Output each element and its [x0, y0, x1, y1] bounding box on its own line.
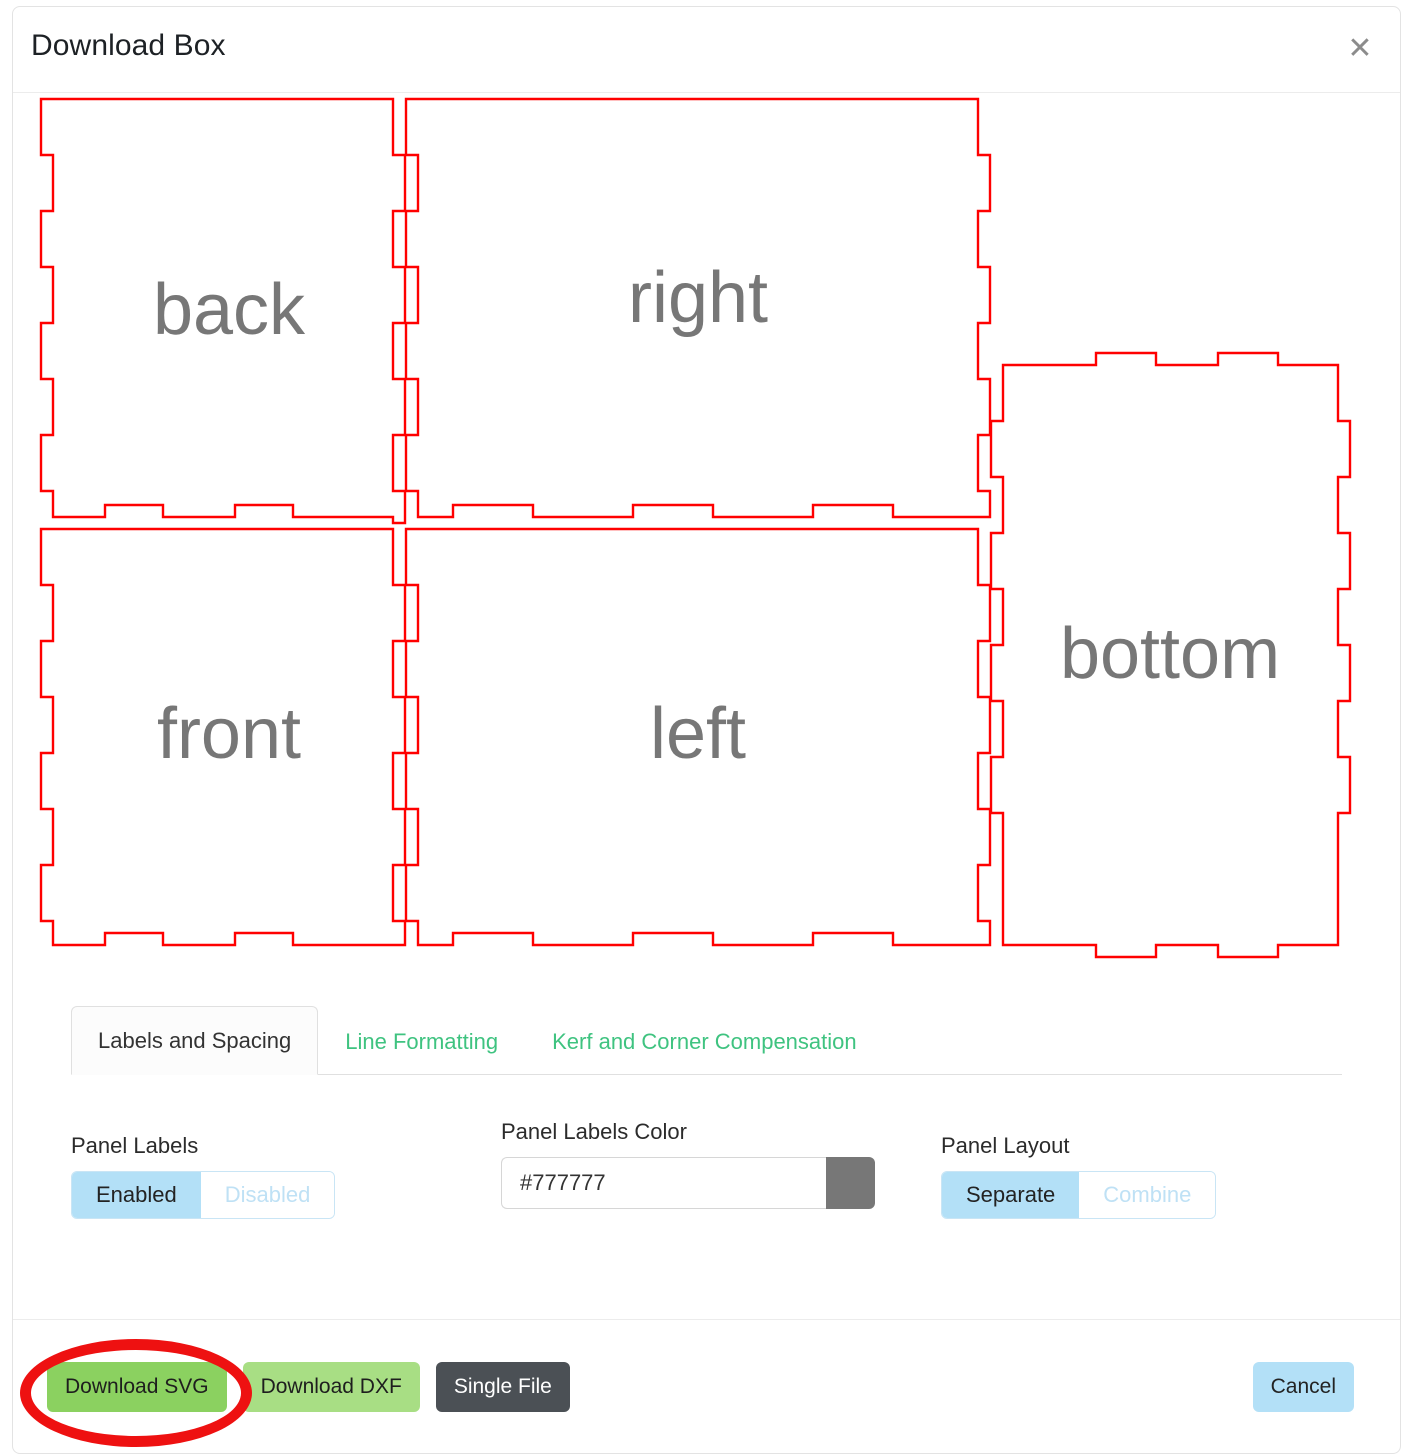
tab-labels-and-spacing[interactable]: Labels and Spacing: [71, 1006, 319, 1075]
panel-labels-color-label: Panel Labels Color: [501, 1119, 687, 1144]
panel-layout-label: Panel Layout: [941, 1133, 1070, 1158]
close-icon[interactable]: ✕: [1342, 31, 1378, 67]
panel-label-left: left: [650, 694, 746, 774]
download-svg-button[interactable]: Download SVG: [47, 1361, 227, 1412]
panel-labels-disabled-option[interactable]: Disabled: [200, 1172, 335, 1218]
box-panels-preview: back right bottom front left: [13, 93, 1400, 1003]
panel-layout-field: Panel Layout Separate Combine: [941, 1119, 1271, 1319]
panel-labels-color-field: Panel Labels Color: [501, 1119, 941, 1319]
panel-label-front: front: [157, 694, 301, 774]
dialog-footer: Download SVG Download DXF Single File Ca…: [13, 1319, 1400, 1453]
settings-tabs: Labels and Spacing Line Formatting Kerf …: [71, 1003, 1342, 1075]
panel-labels-label: Panel Labels: [71, 1133, 199, 1158]
labels-and-spacing-panel: Panel Labels Enabled Disabled Panel Labe…: [13, 1075, 1400, 1319]
download-dxf-button[interactable]: Download DXF: [242, 1361, 420, 1412]
tab-line-formatting[interactable]: Line Formatting: [318, 1007, 525, 1075]
single-file-button[interactable]: Single File: [435, 1361, 570, 1412]
panel-outlines: [39, 97, 1352, 959]
panel-labels-color-input[interactable]: [501, 1157, 826, 1209]
download-box-dialog: Download Box ✕ back right bottom front l…: [12, 6, 1401, 1454]
panel-label-back: back: [153, 270, 306, 350]
color-swatch-button[interactable]: [826, 1157, 875, 1209]
panels-svg: back right bottom front left: [39, 97, 1352, 959]
cancel-button[interactable]: Cancel: [1252, 1361, 1354, 1412]
dialog-header: Download Box ✕: [13, 7, 1400, 93]
panel-labels-color-input-group: [501, 1157, 875, 1209]
tab-kerf-and-corner-compensation[interactable]: Kerf and Corner Compensation: [525, 1007, 884, 1075]
panel-labels-toggle[interactable]: Enabled Disabled: [71, 1171, 336, 1219]
panel-layout-separate-option[interactable]: Separate: [942, 1172, 1080, 1218]
panel-layout-combine-option[interactable]: Combine: [1079, 1172, 1216, 1218]
panel-labels-enabled-option[interactable]: Enabled: [72, 1172, 201, 1218]
screenshot-root: Download Box ✕ back right bottom front l…: [0, 0, 1401, 1454]
panel-label-right: right: [628, 258, 768, 338]
panel-layout-toggle[interactable]: Separate Combine: [941, 1171, 1217, 1219]
panel-labels-field: Panel Labels Enabled Disabled: [71, 1119, 501, 1319]
page-title: Download Box: [31, 29, 226, 62]
panel-label-bottom: bottom: [1060, 614, 1280, 694]
